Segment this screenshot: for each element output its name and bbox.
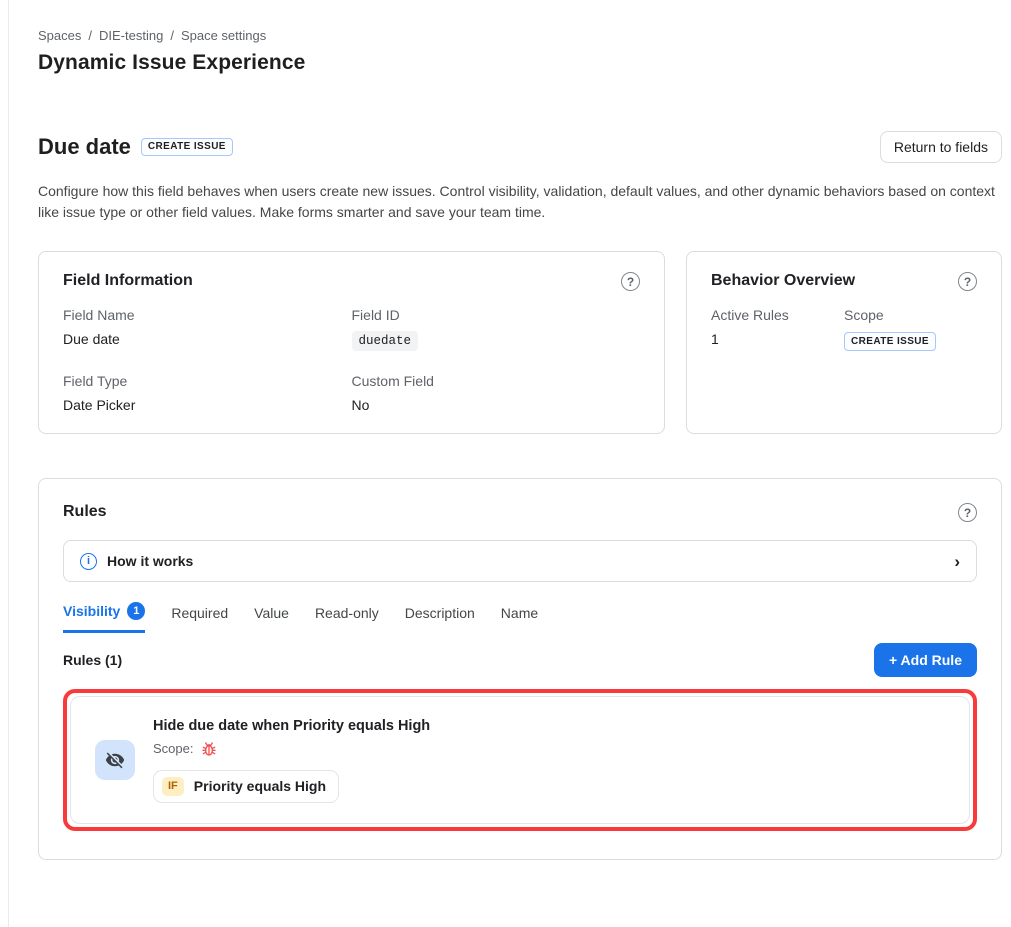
- info-icon: i: [80, 553, 97, 570]
- scope-item: Scope CREATE ISSUE: [844, 307, 977, 347]
- behavior-overview-title: Behavior Overview: [711, 272, 855, 290]
- field-id-label: Field ID: [352, 307, 641, 323]
- page-title: Dynamic Issue Experience: [38, 51, 1002, 75]
- field-name-value: Due date: [63, 331, 352, 347]
- bug-icon: [201, 741, 217, 757]
- breadcrumb-separator: /: [170, 28, 174, 43]
- how-it-works-banner[interactable]: i How it works ›: [63, 540, 977, 582]
- info-cards-row: Field Information ? Field Name Due date …: [38, 251, 1002, 434]
- help-icon[interactable]: ?: [958, 503, 977, 522]
- field-information-grid: Field Name Due date Field ID duedate Fie…: [63, 307, 640, 413]
- rule-title: Hide due date when Priority equals High: [153, 718, 430, 734]
- breadcrumb-space-name[interactable]: DIE-testing: [99, 28, 163, 43]
- active-rules-label: Active Rules: [711, 307, 844, 323]
- active-rules-value: 1: [711, 331, 844, 347]
- rule-scope-line: Scope:: [153, 741, 430, 757]
- tab-visibility[interactable]: Visibility 1: [63, 602, 145, 633]
- rule-type-tabs: Visibility 1 Required Value Read-only De…: [63, 602, 977, 633]
- rule-card[interactable]: Hide due date when Priority equals High …: [70, 696, 970, 824]
- tab-name[interactable]: Name: [501, 605, 538, 631]
- field-type-label: Field Type: [63, 373, 352, 389]
- tab-description[interactable]: Description: [405, 605, 475, 631]
- help-icon[interactable]: ?: [958, 272, 977, 291]
- rules-count-label: Rules (1): [63, 652, 122, 668]
- left-edge-divider: [8, 0, 9, 927]
- behavior-overview-grid: Active Rules 1 Scope CREATE ISSUE: [711, 307, 977, 347]
- tab-read-only[interactable]: Read-only: [315, 605, 379, 631]
- if-badge: IF: [162, 777, 184, 796]
- field-information-card: Field Information ? Field Name Due date …: [38, 251, 665, 434]
- return-to-fields-button[interactable]: Return to fields: [880, 131, 1002, 163]
- breadcrumb-spaces[interactable]: Spaces: [38, 28, 81, 43]
- custom-field-item: Custom Field No: [352, 373, 641, 413]
- rule-scope-label: Scope:: [153, 741, 193, 756]
- rule-body: Hide due date when Priority equals High …: [153, 718, 430, 803]
- behavior-overview-card: Behavior Overview ? Active Rules 1 Scope…: [686, 251, 1002, 434]
- rules-title: Rules: [63, 503, 107, 521]
- scope-value-badge: CREATE ISSUE: [844, 332, 936, 351]
- field-title: Due date: [38, 134, 131, 160]
- create-issue-badge: CREATE ISSUE: [141, 138, 233, 156]
- visibility-off-icon: [95, 740, 135, 780]
- rule-condition-chip[interactable]: IF Priority equals High: [153, 770, 339, 803]
- red-highlight-annotation: Hide due date when Priority equals High …: [63, 689, 977, 831]
- breadcrumb-space-settings[interactable]: Space settings: [181, 28, 266, 43]
- rule-condition-text: Priority equals High: [194, 778, 326, 794]
- help-icon[interactable]: ?: [621, 272, 640, 291]
- field-type-value: Date Picker: [63, 397, 352, 413]
- add-rule-button[interactable]: + Add Rule: [874, 643, 977, 677]
- field-header: Due date CREATE ISSUE Return to fields: [38, 131, 1002, 163]
- field-information-title: Field Information: [63, 272, 193, 290]
- rules-list-header: Rules (1) + Add Rule: [63, 643, 977, 677]
- field-name-label: Field Name: [63, 307, 352, 323]
- field-description: Configure how this field behaves when us…: [38, 181, 1002, 223]
- breadcrumb: Spaces / DIE-testing / Space settings: [38, 28, 1002, 43]
- how-it-works-label: How it works: [107, 553, 193, 569]
- custom-field-value: No: [352, 397, 641, 413]
- tab-visibility-label: Visibility: [63, 603, 120, 619]
- scope-label: Scope: [844, 307, 977, 323]
- custom-field-label: Custom Field: [352, 373, 641, 389]
- breadcrumb-separator: /: [88, 28, 92, 43]
- field-name-item: Field Name Due date: [63, 307, 352, 351]
- field-type-item: Field Type Date Picker: [63, 373, 352, 413]
- page-content: Spaces / DIE-testing / Space settings Dy…: [38, 0, 1002, 860]
- tab-required[interactable]: Required: [171, 605, 228, 631]
- chevron-right-icon: ›: [954, 553, 960, 570]
- field-id-value: duedate: [352, 331, 419, 351]
- field-id-item: Field ID duedate: [352, 307, 641, 351]
- rules-card: Rules ? i How it works › Visibility 1 Re…: [38, 478, 1002, 860]
- active-rules-item: Active Rules 1: [711, 307, 844, 347]
- tab-value[interactable]: Value: [254, 605, 289, 631]
- tab-visibility-count-badge: 1: [127, 602, 145, 620]
